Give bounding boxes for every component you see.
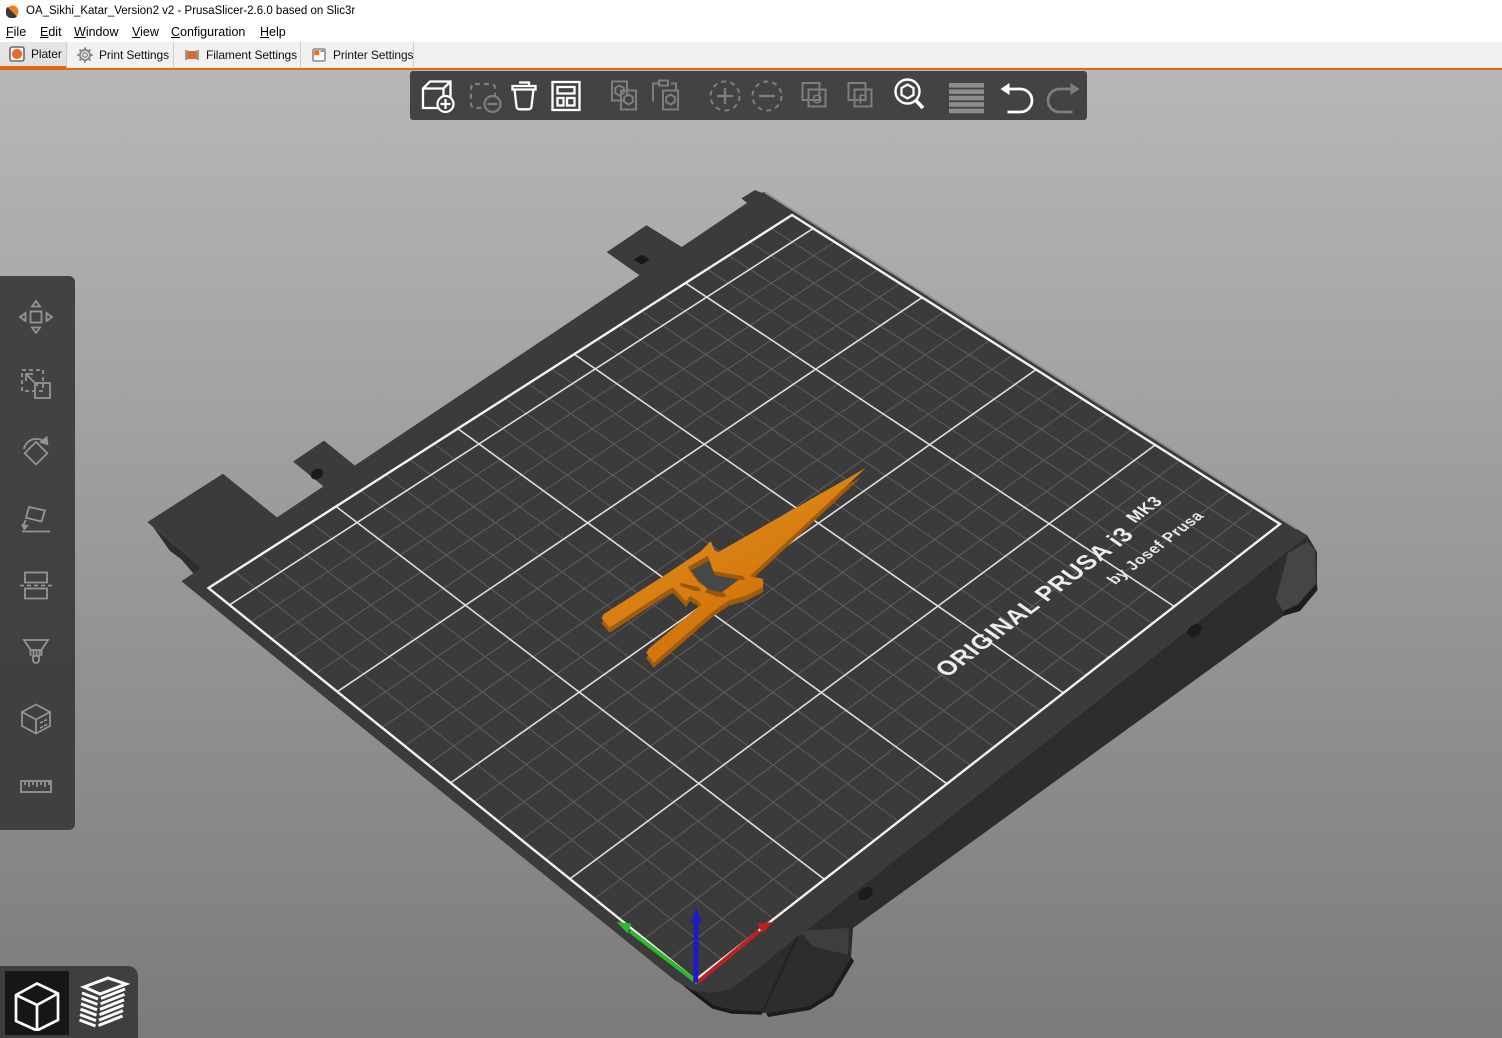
svg-text:P: P [859, 92, 868, 107]
svg-text:O: O [812, 92, 822, 107]
